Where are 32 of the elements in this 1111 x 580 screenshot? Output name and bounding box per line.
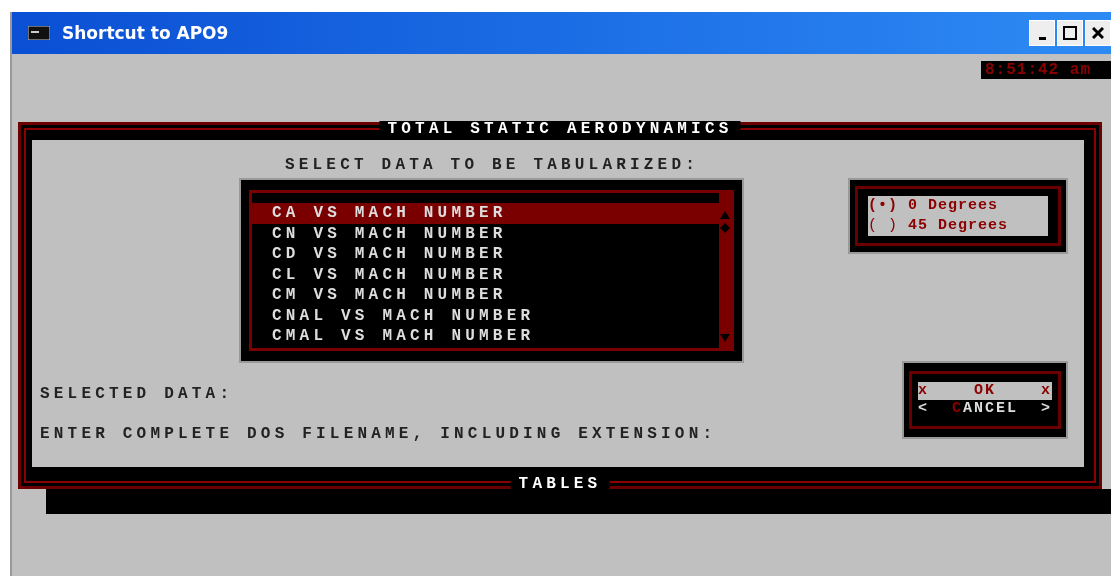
field-label: SELECTED DATA: <box>40 385 235 403</box>
radio-mark[interactable]: ( ) <box>868 216 898 236</box>
minimize-button[interactable] <box>1029 20 1055 46</box>
up-arrow-icon <box>720 211 730 219</box>
filename-field[interactable] <box>46 489 1111 514</box>
list-item[interactable]: CMAL VS MACH NUMBER <box>252 326 719 347</box>
field-label: ENTER COMPLETE DOS FILENAME, INCLUDING EXTENSION: <box>40 425 718 443</box>
radio-option[interactable]: ( ) 45 Degrees <box>868 216 1048 236</box>
list-item[interactable]: CNAL VS MACH NUMBER <box>252 305 719 326</box>
console-icon <box>28 26 50 40</box>
down-arrow-icon <box>720 334 730 342</box>
radio-option[interactable]: (•) 0 Degrees <box>868 196 1048 216</box>
radio-label: 45 Degrees <box>908 216 1009 236</box>
radio-mark[interactable]: (•) <box>868 196 898 216</box>
scroll-thumb-icon <box>720 223 730 233</box>
list-item[interactable]: CN VS MACH NUMBER <box>252 223 719 244</box>
prompt-text: SELECT DATA TO BE TABULARIZED: <box>284 156 699 174</box>
dialog-button[interactable]: x OK x <box>918 382 1052 400</box>
clock: 8:51:42 am <box>981 61 1111 79</box>
close-button[interactable] <box>1085 20 1111 46</box>
list-item[interactable]: CL VS MACH NUMBER <box>252 264 719 285</box>
list-item[interactable]: CM VS MACH NUMBER <box>252 285 719 306</box>
close-icon <box>1092 27 1104 39</box>
radio-label: 0 Degrees <box>908 196 999 216</box>
minimize-icon <box>1038 36 1046 40</box>
list-item[interactable]: CD VS MACH NUMBER <box>252 244 719 265</box>
maximize-button[interactable] <box>1057 20 1083 46</box>
list-item[interactable]: CA VS MACH NUMBER <box>252 203 719 224</box>
scroll-bar[interactable] <box>719 193 731 348</box>
maximize-icon <box>1063 26 1077 40</box>
section-title: TABLES <box>510 476 610 492</box>
window-title: Shortcut to APO9 <box>62 23 230 43</box>
